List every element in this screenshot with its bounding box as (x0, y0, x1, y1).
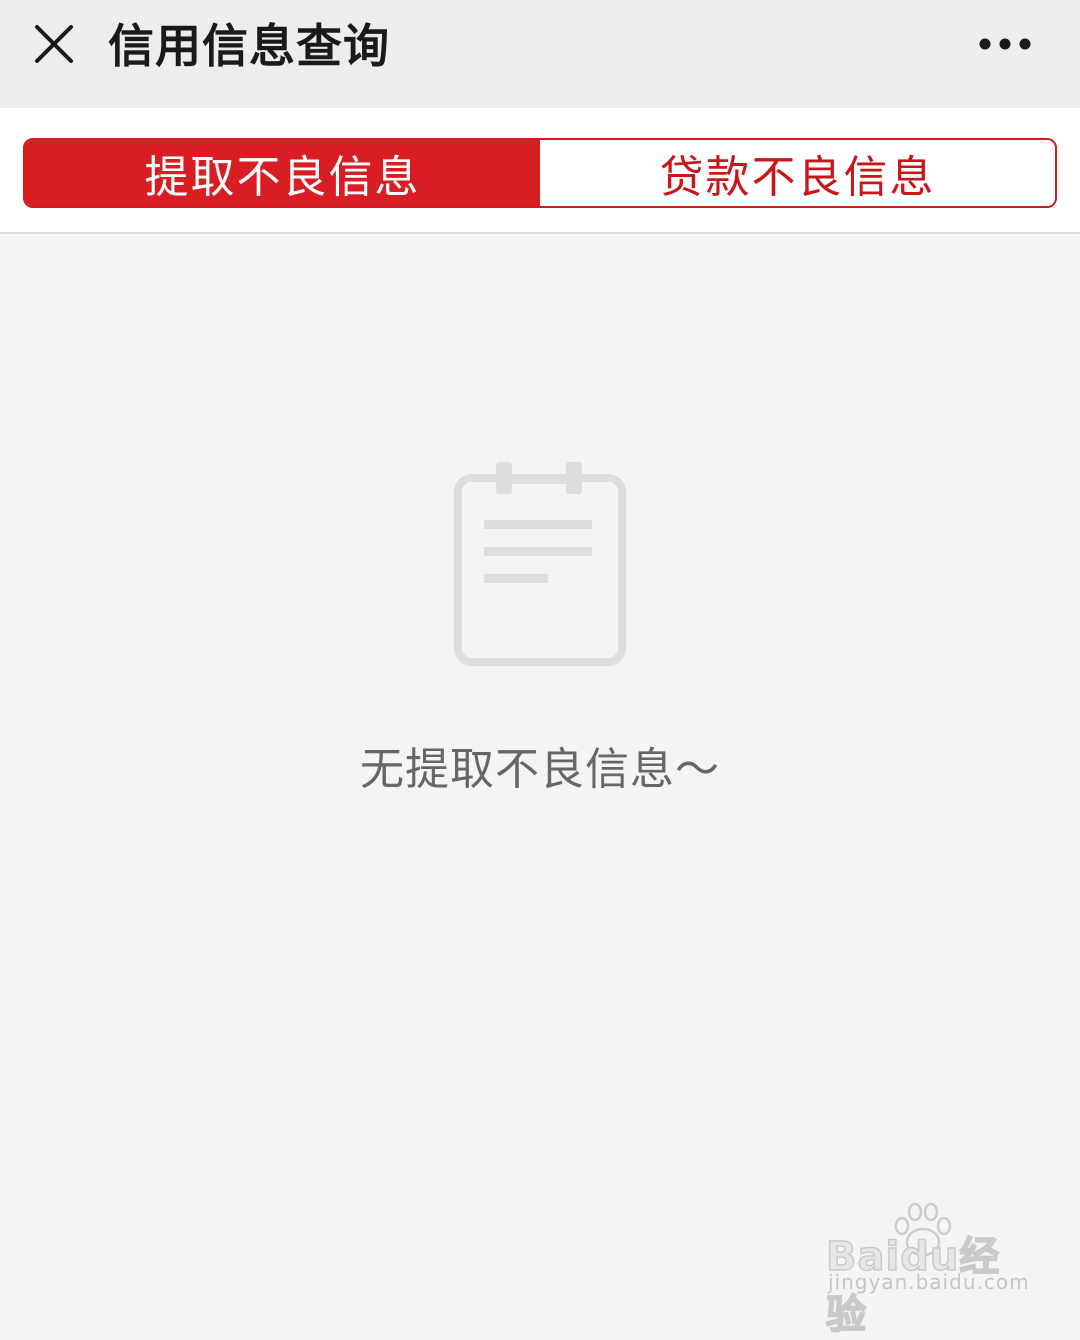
close-icon[interactable] (28, 18, 80, 70)
segmented-control: 提取不良信息 贷款不良信息 (23, 138, 1057, 208)
tab-bar: 提取不良信息 贷款不良信息 (0, 108, 1080, 234)
tab-loan-bad-info[interactable]: 贷款不良信息 (540, 140, 1055, 206)
watermark-url: jingyan.baidu.com (828, 1270, 1030, 1294)
top-navigation-bar: 信用信息查询 (0, 0, 1080, 108)
empty-state-message: 无提取不良信息～ (360, 744, 720, 795)
tab-withdrawal-bad-info[interactable]: 提取不良信息 (25, 140, 540, 206)
page-title: 信用信息查询 (108, 19, 390, 73)
notepad-icon (454, 462, 626, 666)
more-dots-icon[interactable] (970, 26, 1040, 62)
baidu-jingyan-watermark: Baidu经验 jingyan.baidu.com (825, 1200, 1029, 1339)
